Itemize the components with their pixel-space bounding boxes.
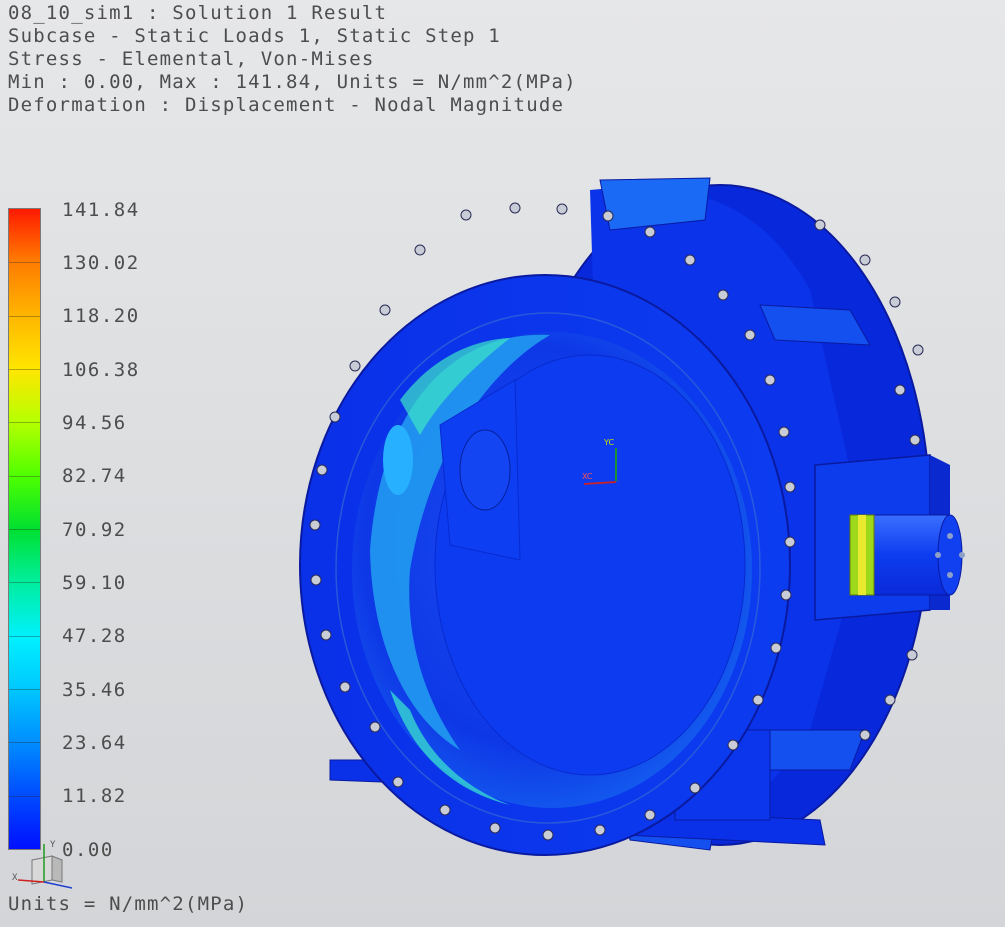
result-header: 08_10_sim1 : Solution 1 Result Subcase -… — [8, 2, 577, 117]
units-footer: Units = N/mm^2(MPa) — [8, 893, 249, 915]
work-coordinate-triad: YC XC — [578, 432, 628, 492]
legend-label: 141.84 — [62, 199, 140, 221]
legend-label: 118.20 — [62, 305, 140, 327]
subcase-line: Subcase - Static Loads 1, Static Step 1 — [8, 25, 501, 47]
legend-label: 11.82 — [62, 785, 127, 807]
stress-color-legend — [8, 208, 41, 850]
legend-label: 130.02 — [62, 252, 140, 274]
legend-label: 59.10 — [62, 572, 127, 594]
stress-type-line: Stress - Elemental, Von-Mises — [8, 48, 375, 70]
legend-label: 23.64 — [62, 732, 127, 754]
legend-label: 82.74 — [62, 465, 127, 487]
valve-fea-model[interactable] — [290, 170, 980, 860]
view-triad[interactable]: Y X — [10, 840, 80, 895]
wcs-axes-icon — [583, 448, 621, 485]
legend-label: 35.46 — [62, 679, 127, 701]
legend-label: 106.38 — [62, 359, 140, 381]
legend-label: 94.56 — [62, 412, 127, 434]
legend-label: 70.92 — [62, 519, 127, 541]
triad-y-label: Y — [50, 840, 56, 850]
min-max-line: Min : 0.00, Max : 141.84, Units = N/mm^2… — [8, 71, 577, 93]
wcs-y-label: YC — [604, 438, 615, 447]
triad-icon — [17, 844, 73, 889]
deformation-line: Deformation : Displacement - Nodal Magni… — [8, 94, 565, 116]
triad-x-label: X — [12, 873, 18, 883]
wcs-x-label: XC — [582, 472, 593, 481]
result-title: 08_10_sim1 : Solution 1 Result — [8, 2, 388, 24]
legend-label: 47.28 — [62, 625, 127, 647]
